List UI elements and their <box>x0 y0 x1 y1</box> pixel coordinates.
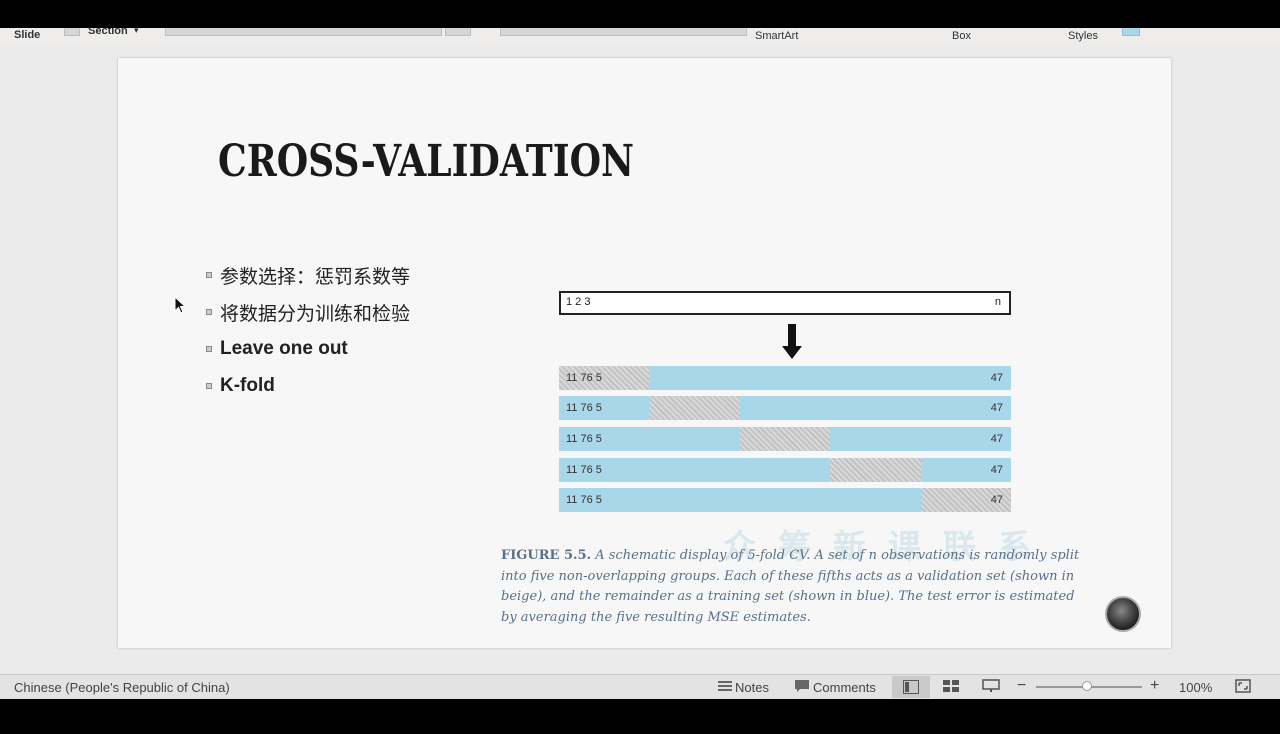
fold-row: 11 76 5 47 <box>559 366 1011 390</box>
fold-row-label: 11 76 5 <box>566 402 602 414</box>
bullet-icon <box>206 309 212 315</box>
notes-button[interactable]: Notes <box>735 680 769 695</box>
fold-row-label: 11 76 5 <box>566 433 602 445</box>
zoom-level[interactable]: 100% <box>1179 680 1212 695</box>
observations-start-label: 1 2 3 <box>566 296 591 308</box>
format-buttons[interactable] <box>500 28 747 36</box>
chevron-down-icon[interactable]: ▾ <box>134 28 139 36</box>
slide[interactable]: CROSS-VALIDATION 参数选择：惩罚系数等 将数据分为训练和检验 L… <box>118 58 1171 648</box>
fold-row-label: 11 76 5 <box>566 372 602 384</box>
bullet-icon <box>206 346 212 352</box>
fold-row-label: 11 76 5 <box>566 494 602 506</box>
fold-row: 11 76 5 47 <box>559 458 1011 482</box>
bullet-item[interactable]: 参数选择：惩罚系数等 <box>206 262 410 288</box>
bullet-text: K-fold <box>220 375 275 396</box>
bullet-text: 将数据分为训练和检验 <box>220 303 411 325</box>
styles-icon[interactable] <box>1122 28 1140 36</box>
bullet-icon <box>206 272 212 278</box>
observations-box[interactable]: 1 2 3 n <box>559 291 1011 315</box>
bullet-item[interactable]: K-fold <box>206 373 275 399</box>
fold-row-end-label: 47 <box>990 372 1003 384</box>
bullet-item[interactable]: 将数据分为训练和检验 <box>206 299 410 325</box>
new-slide-button[interactable]: Slide <box>14 29 40 41</box>
fold-row-end-label: 47 <box>990 433 1003 445</box>
fold-row-end-label: 47 <box>990 402 1003 414</box>
zoom-slider-handle[interactable] <box>1082 681 1092 691</box>
slideshow-icon[interactable] <box>982 679 1000 693</box>
slide-sorter-icon[interactable] <box>942 679 960 693</box>
text-box-button[interactable]: Box <box>952 30 971 42</box>
normal-view-icon <box>903 680 919 694</box>
down-arrow-icon <box>782 324 802 359</box>
smartart-button[interactable]: SmartArt <box>755 30 798 42</box>
comments-icon[interactable] <box>793 679 811 693</box>
language-indicator[interactable]: Chinese (People's Republic of China) <box>14 680 230 695</box>
fold-row-end-label: 47 <box>990 464 1003 476</box>
normal-view-button[interactable] <box>892 676 930 698</box>
section-button[interactable]: Section <box>88 28 128 37</box>
fit-to-window-icon[interactable] <box>1234 679 1252 693</box>
fold-row: 11 76 5 47 <box>559 396 1011 420</box>
ribbon: Slide Section ▾ SmartArt Box Styles <box>0 28 1280 46</box>
status-bar: Chinese (People's Republic of China) Not… <box>0 674 1280 699</box>
zoom-in-button[interactable]: + <box>1150 677 1159 695</box>
zoom-out-button[interactable]: − <box>1017 677 1026 695</box>
bullet-text: 参数选择：惩罚系数等 <box>220 266 411 288</box>
fold-row: 11 76 5 47 <box>559 488 1011 512</box>
comments-button[interactable]: Comments <box>813 680 876 695</box>
fold-row: 11 76 5 47 <box>559 427 1011 451</box>
layout-icon <box>64 28 80 36</box>
validation-fold <box>830 458 921 482</box>
font-box[interactable] <box>165 28 442 36</box>
figure-label: FIGURE 5.5. <box>501 548 592 563</box>
validation-fold <box>739 427 831 451</box>
quick-styles-button[interactable]: Styles <box>1068 30 1098 42</box>
bullet-icon <box>206 383 212 389</box>
bullet-text: Leave one out <box>220 338 348 359</box>
mouse-cursor-icon <box>174 296 186 314</box>
record-button[interactable] <box>1105 596 1141 632</box>
bullet-item[interactable]: Leave one out <box>206 336 348 362</box>
fold-row-label: 11 76 5 <box>566 464 602 476</box>
notes-icon[interactable] <box>716 679 734 693</box>
slide-title[interactable]: CROSS-VALIDATION <box>218 136 634 187</box>
font-size-box[interactable] <box>445 28 471 36</box>
figure-caption[interactable]: FIGURE 5.5. A schematic display of 5-fol… <box>501 546 1086 628</box>
fold-row-end-label: 47 <box>990 494 1003 506</box>
validation-fold <box>649 396 740 420</box>
observations-end-label: n <box>994 296 1001 308</box>
